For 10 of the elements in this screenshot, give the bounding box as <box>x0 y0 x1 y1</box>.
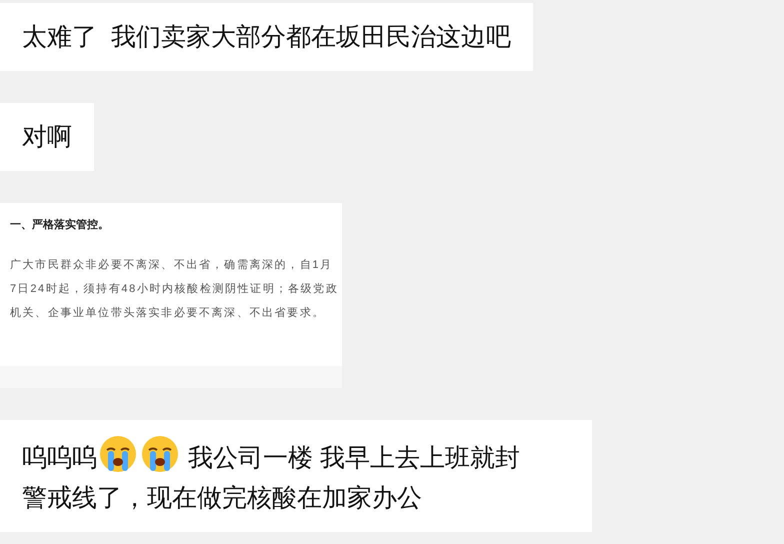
message-text: 太难了 我们卖家大部分都在坂田民治这边吧 <box>22 22 511 53</box>
crying-face-icon <box>98 434 138 474</box>
crying-face-icon <box>140 434 180 474</box>
message-text: 警戒线了，现在做完核酸在加家办公 <box>22 483 422 514</box>
message-text: 我公司一楼 我早上去上班就封 <box>186 443 520 474</box>
message-text: 呜呜呜 <box>22 443 97 474</box>
message-text: 对啊 <box>22 122 72 153</box>
image-message[interactable]: 一、严格落实管控。 广大市民群众非必要不离深、不出省，确需离深的，自1月7日24时起，须持有48小时内核酸检测阴性证明；各级党政机关、企事业单位带头落实非必要不离深、不出省要求。 <box>0 203 342 388</box>
document-paragraph: 广大市民群众非必要不离深、不出省，确需离深的，自1月7日24时起，须持有48小时内核酸检测阴性证明；各级党政机关、企事业单位带头落实非必要不离深、不出省要求。 <box>10 258 340 321</box>
document-heading: 一、严格落实管控。 <box>10 218 110 233</box>
